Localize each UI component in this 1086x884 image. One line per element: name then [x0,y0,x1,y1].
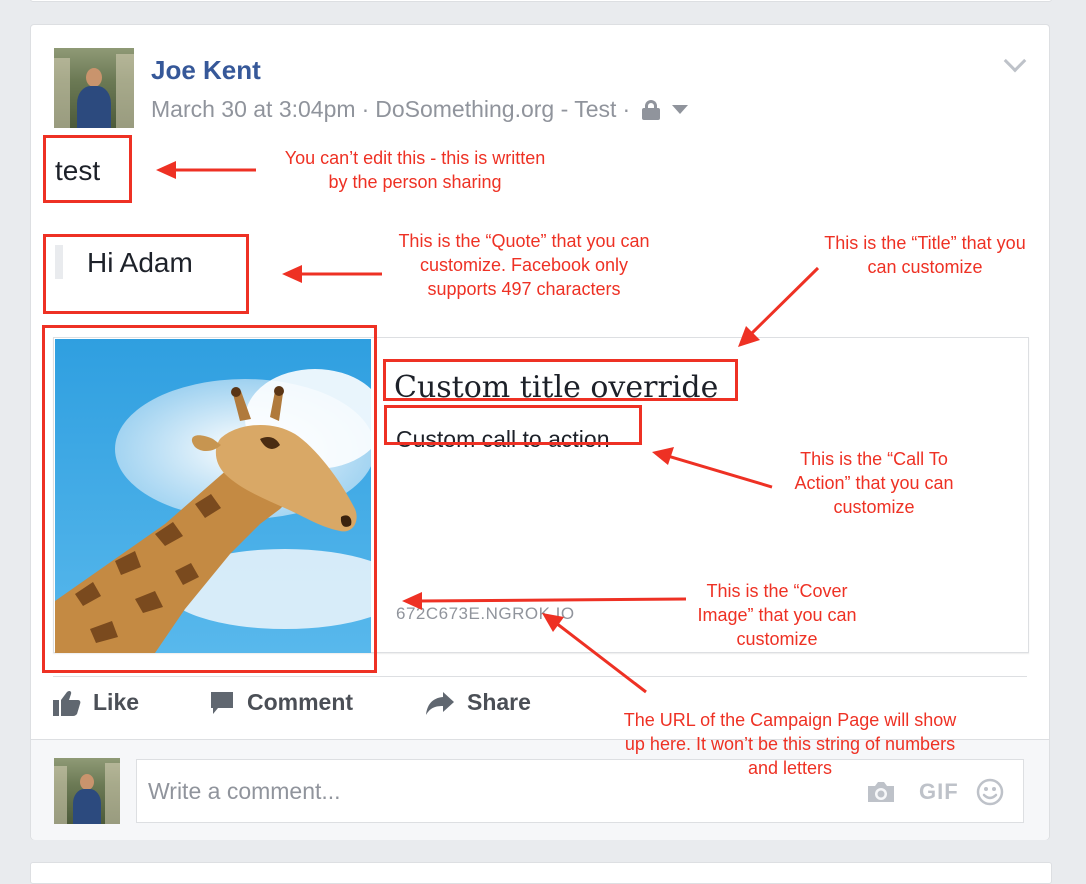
like-label: Like [93,689,140,715]
annotation-box-title [383,359,738,401]
lock-icon [642,99,661,120]
share-arrow-icon [426,691,454,715]
speech-bubble-icon [211,691,233,714]
annotation-box-cta [384,405,642,445]
next-post-card [30,862,1052,884]
audience-dropdown-caret-icon[interactable] [672,105,689,114]
annotation-cta: This is the “Call To Action” that you ca… [794,449,954,517]
author-name[interactable]: Joe Kent [151,55,261,86]
thumbs-up-icon [53,690,81,716]
app-name[interactable]: DoSomething.org - Test [375,96,616,123]
annotation-box-cover-image [42,325,377,673]
gif-icon[interactable]: GIF [919,779,959,805]
annotation-box-post-text [43,135,132,203]
comment-button[interactable]: Comment [209,689,353,716]
annotation-cover: This is the “Cover Image” that you can c… [697,581,857,649]
author-avatar[interactable] [54,48,134,128]
meta-separator: · [361,96,370,122]
emoji-icon[interactable] [976,778,1004,806]
camera-icon[interactable] [866,780,896,804]
share-button[interactable]: Share [425,689,531,716]
commenter-avatar[interactable] [54,758,120,824]
previous-post-card [30,0,1052,2]
post-meta: March 30 at 3:04pm · DoSomething.org - T… [151,96,689,123]
meta-separator-2: · [622,96,631,122]
annotation-title: This is the “Title” that you can customi… [824,233,1026,277]
annotation-url: The URL of the Campaign Page will show u… [623,710,957,778]
link-url[interactable]: 672C673E.NGROK.IO [396,604,575,624]
actions-divider [53,676,1027,677]
share-label: Share [467,689,531,715]
post-timestamp[interactable]: March 30 at 3:04pm [151,96,356,123]
annotation-box-quote [43,234,249,314]
annotation-post-text: You can’t edit this - this is written by… [284,148,546,192]
like-button[interactable]: Like [53,689,139,716]
annotation-quote: This is the “Quote” that you can customi… [398,231,650,299]
post-options-chevron-icon[interactable] [1003,49,1027,73]
comment-label: Comment [247,689,354,715]
